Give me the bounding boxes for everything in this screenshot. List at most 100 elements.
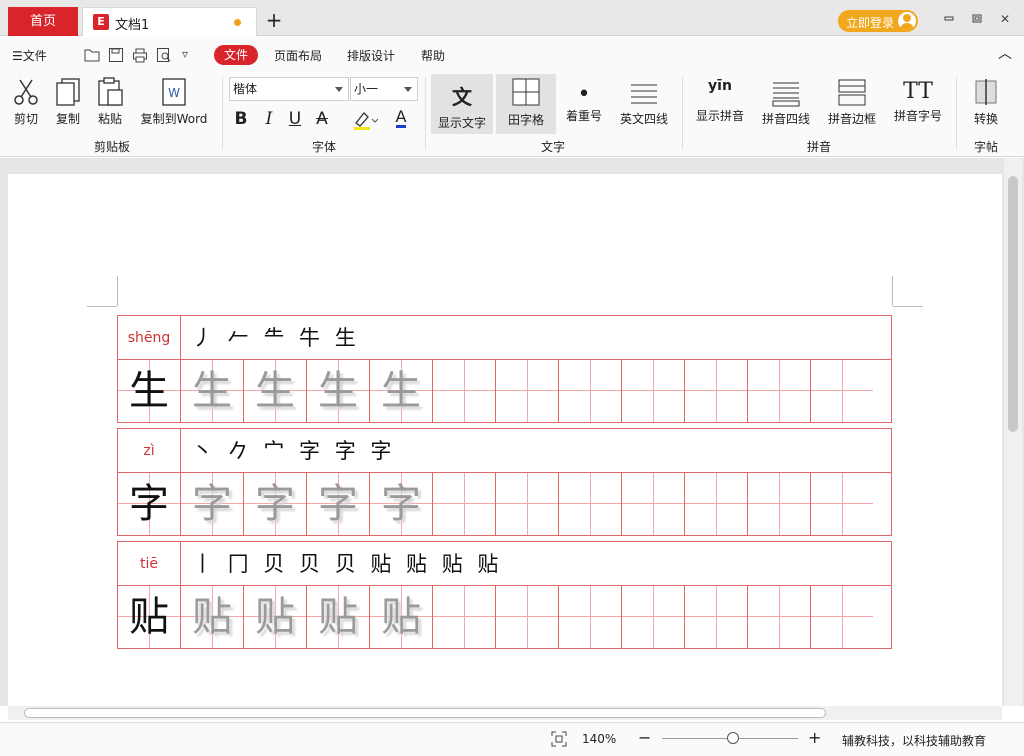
show-pinyin-button[interactable]: yīn 显示拼音 bbox=[692, 77, 748, 124]
grid-cell[interactable]: 字 bbox=[244, 473, 307, 535]
highlight-button[interactable] bbox=[352, 109, 379, 134]
copy-to-word-button[interactable]: W 复制到Word bbox=[138, 77, 210, 127]
horizontal-scroll-thumb[interactable] bbox=[24, 708, 826, 718]
grid-cell[interactable]: 生 bbox=[181, 360, 244, 422]
convert-button[interactable]: 转换 bbox=[964, 77, 1008, 127]
zoom-in-button[interactable]: + bbox=[808, 728, 821, 747]
grid-cell[interactable] bbox=[496, 473, 559, 535]
grid-cell[interactable] bbox=[748, 360, 811, 422]
grid-cell[interactable] bbox=[496, 586, 559, 648]
grid-cell[interactable] bbox=[559, 473, 622, 535]
trace-character: 字 bbox=[255, 481, 295, 527]
login-button[interactable]: 立即登录 bbox=[838, 10, 918, 32]
show-text-icon: 文 bbox=[452, 85, 472, 109]
grid-cell[interactable] bbox=[811, 360, 891, 422]
grid-cell[interactable]: 贴 bbox=[307, 586, 370, 648]
restore-button[interactable] bbox=[970, 12, 984, 26]
grid-cell[interactable] bbox=[748, 586, 811, 648]
four-lines-icon bbox=[631, 84, 657, 104]
grid-cell[interactable] bbox=[559, 360, 622, 422]
print-icon[interactable] bbox=[132, 47, 148, 63]
menu-help[interactable]: 帮助 bbox=[421, 47, 445, 64]
show-text-label: 显示文字 bbox=[437, 116, 486, 130]
show-text-button[interactable]: 文 显示文字 bbox=[431, 74, 493, 134]
print-preview-icon[interactable] bbox=[156, 47, 172, 63]
grid-cell[interactable] bbox=[433, 360, 496, 422]
grid-cell[interactable]: 生 bbox=[118, 360, 181, 422]
grid-cell[interactable]: 字 bbox=[181, 473, 244, 535]
grid-cell[interactable]: 字 bbox=[307, 473, 370, 535]
emphasis-mark-button[interactable]: • 着重号 bbox=[562, 77, 606, 124]
grid-cell[interactable] bbox=[559, 586, 622, 648]
grid-cell[interactable] bbox=[622, 586, 685, 648]
avatar-icon bbox=[898, 12, 916, 30]
grid-cell[interactable]: 字 bbox=[370, 473, 433, 535]
copy-button[interactable]: 复制 bbox=[50, 77, 86, 127]
grid-cell[interactable] bbox=[811, 473, 891, 535]
zoom-slider[interactable] bbox=[662, 732, 798, 744]
paste-button[interactable]: 粘贴 bbox=[92, 77, 128, 127]
font-family-select[interactable]: 楷体 bbox=[229, 77, 349, 101]
grid-cell[interactable] bbox=[811, 586, 891, 648]
trace-character: 字 bbox=[381, 481, 421, 527]
restore-icon bbox=[972, 14, 982, 23]
grid-cell[interactable] bbox=[433, 473, 496, 535]
pinyin-four-line-button[interactable]: 拼音四线 bbox=[758, 77, 814, 127]
grid-cell[interactable]: 生 bbox=[307, 360, 370, 422]
zoom-out-button[interactable]: − bbox=[638, 728, 651, 747]
grid-cell[interactable]: 贴 bbox=[244, 586, 307, 648]
open-folder-icon[interactable] bbox=[84, 47, 100, 63]
minimize-button[interactable] bbox=[942, 12, 956, 26]
zoom-slider-thumb[interactable] bbox=[726, 732, 739, 744]
new-tab-button[interactable]: + bbox=[264, 7, 284, 33]
bold-button[interactable]: B bbox=[232, 109, 250, 129]
grid-cell[interactable] bbox=[433, 586, 496, 648]
grid-cell[interactable] bbox=[748, 473, 811, 535]
trace-character: 字 bbox=[192, 481, 232, 527]
tianzige-row: 贴贴贴贴贴 bbox=[118, 586, 891, 648]
italic-button[interactable]: I bbox=[260, 109, 278, 129]
grid-cell[interactable] bbox=[685, 360, 748, 422]
tab-home[interactable]: 首页 bbox=[8, 7, 78, 36]
grid-cell[interactable]: 生 bbox=[244, 360, 307, 422]
grid-cell[interactable] bbox=[685, 473, 748, 535]
underline-button[interactable]: U bbox=[286, 109, 304, 129]
vertical-scrollbar[interactable] bbox=[1004, 158, 1022, 706]
minimize-icon bbox=[944, 16, 954, 21]
status-bar: 140% − + 辅教科技，以科技辅助教育 bbox=[0, 722, 1024, 756]
close-button[interactable]: ✕ bbox=[998, 12, 1012, 26]
font-color-button[interactable]: A bbox=[388, 109, 414, 128]
horizontal-scrollbar[interactable] bbox=[8, 706, 1002, 720]
menu-bar: ☰文件 ▿ 文件 页面布局 排版设计 帮助 ︿ bbox=[0, 37, 1024, 71]
grid-cell[interactable] bbox=[685, 586, 748, 648]
grid-cell[interactable] bbox=[622, 360, 685, 422]
grid-cell[interactable]: 生 bbox=[370, 360, 433, 422]
grid-cell[interactable]: 字 bbox=[118, 473, 181, 535]
zoom-level: 140% bbox=[582, 732, 617, 746]
grid-cell[interactable]: 贴 bbox=[118, 586, 181, 648]
tab-document[interactable]: E 文档1 bbox=[82, 7, 257, 36]
font-size-select[interactable]: 小一 bbox=[350, 77, 418, 101]
show-pinyin-label: 显示拼音 bbox=[695, 109, 744, 123]
menu-typesetting[interactable]: 排版设计 bbox=[347, 47, 395, 64]
grid-cell[interactable]: 贴 bbox=[181, 586, 244, 648]
file-menu-button[interactable]: ☰文件 bbox=[12, 47, 47, 64]
grid-cell[interactable] bbox=[622, 473, 685, 535]
cut-button[interactable]: 剪切 bbox=[8, 77, 44, 127]
pinyin-border-button[interactable]: 拼音边框 bbox=[824, 77, 880, 127]
corner-mark bbox=[893, 306, 923, 307]
fit-page-icon[interactable] bbox=[551, 731, 567, 747]
strikethrough-button[interactable]: A bbox=[313, 109, 331, 129]
save-icon[interactable] bbox=[108, 47, 124, 63]
tianzige-row: 生生生生生 bbox=[118, 360, 891, 422]
tianzige-button[interactable]: 田字格 bbox=[496, 74, 556, 134]
menu-file[interactable]: 文件 bbox=[214, 45, 258, 65]
customize-toolbar-button[interactable]: ▿ bbox=[182, 47, 198, 63]
pinyin-size-button[interactable]: TT 拼音字号 bbox=[890, 77, 946, 124]
menu-page-layout[interactable]: 页面布局 bbox=[274, 47, 322, 64]
grid-cell[interactable] bbox=[496, 360, 559, 422]
collapse-ribbon-icon[interactable]: ︿ bbox=[998, 43, 1012, 63]
grid-cell[interactable]: 贴 bbox=[370, 586, 433, 648]
vertical-scroll-thumb[interactable] bbox=[1008, 176, 1018, 432]
english-four-line-button[interactable]: 英文四线 bbox=[616, 77, 672, 127]
